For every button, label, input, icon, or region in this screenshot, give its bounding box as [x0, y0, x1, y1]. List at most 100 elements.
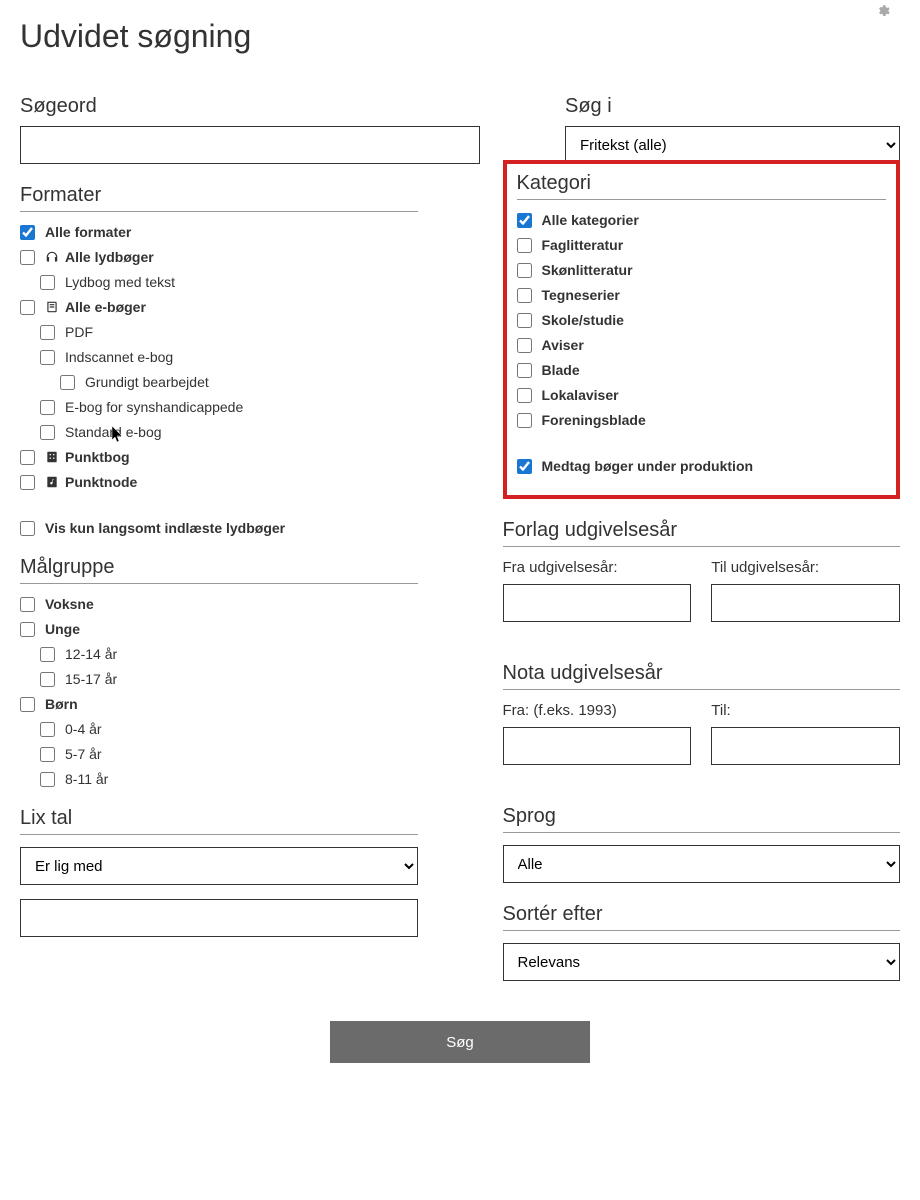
checkbox-label: Alle lydbøger	[65, 249, 154, 265]
checkbox-alle-eboger[interactable]	[20, 300, 35, 315]
checkbox-row-voksne[interactable]: Voksne	[20, 596, 418, 612]
checkbox-0-4[interactable]	[40, 722, 55, 737]
checkbox-standard-ebog[interactable]	[40, 425, 55, 440]
checkbox-row-skole[interactable]: Skole/studie	[517, 312, 887, 328]
checkbox-label: Punktbog	[65, 449, 130, 465]
checkbox-grundigt[interactable]	[60, 375, 75, 390]
checkbox-row-0-4[interactable]: 0-4 år	[40, 721, 418, 737]
checkbox-voksne[interactable]	[20, 597, 35, 612]
checkbox-label: Voksne	[45, 596, 94, 612]
checkbox-blade[interactable]	[517, 363, 532, 378]
checkbox-row-ebog-synshandicappede[interactable]: E-bog for synshandicappede	[40, 399, 418, 415]
checkbox-punktbog[interactable]	[20, 450, 35, 465]
checkbox-row-indscannet[interactable]: Indscannet e-bog	[40, 349, 418, 365]
checkbox-label: Foreningsblade	[542, 412, 646, 428]
checkbox-row-aviser[interactable]: Aviser	[517, 337, 887, 353]
checkbox-label: 15-17 år	[65, 671, 117, 687]
checkbox-label: Blade	[542, 362, 580, 378]
checkbox-row-skonlitteratur[interactable]: Skønlitteratur	[517, 262, 887, 278]
checkbox-alle-formater[interactable]	[20, 225, 35, 240]
checkbox-row-alle-kategorier[interactable]: Alle kategorier	[517, 212, 887, 228]
checkbox-row-vis-kun[interactable]: Vis kun langsomt indlæste lydbøger	[20, 520, 418, 536]
checkbox-row-8-11[interactable]: 8-11 år	[40, 771, 418, 787]
checkbox-tegneserier[interactable]	[517, 288, 532, 303]
search-submit-button[interactable]: Søg	[330, 1021, 590, 1063]
checkbox-row-alle-eboger[interactable]: Alle e-bøger	[20, 299, 418, 315]
lix-value-input[interactable]	[20, 899, 418, 937]
checkbox-row-grundigt[interactable]: Grundigt bearbejdet	[60, 374, 418, 390]
sort-heading: Sortér efter	[503, 903, 901, 931]
checkbox-row-punktnode[interactable]: Punktnode	[20, 474, 418, 490]
nota-fra-input[interactable]	[503, 727, 692, 765]
lix-operator-select[interactable]: Er lig med	[20, 847, 418, 885]
checkbox-medtag[interactable]	[517, 459, 532, 474]
forlag-til-input[interactable]	[711, 584, 900, 622]
lix-heading: Lix tal	[20, 807, 418, 835]
checkbox-label: 8-11 år	[65, 771, 108, 787]
checkbox-indscannet[interactable]	[40, 350, 55, 365]
checkbox-lydbog-tekst[interactable]	[40, 275, 55, 290]
checkbox-row-born[interactable]: Børn	[20, 696, 418, 712]
checkbox-row-alle-lydboger[interactable]: Alle lydbøger	[20, 249, 418, 265]
checkbox-row-faglitteratur[interactable]: Faglitteratur	[517, 237, 887, 253]
search-word-input[interactable]	[20, 126, 480, 164]
checkbox-label: 12-14 år	[65, 646, 117, 662]
checkbox-skole[interactable]	[517, 313, 532, 328]
checkbox-row-15-17[interactable]: 15-17 år	[40, 671, 418, 687]
checkbox-row-pdf[interactable]: PDF	[40, 324, 418, 340]
checkbox-row-punktbog[interactable]: Punktbog	[20, 449, 418, 465]
checkbox-row-12-14[interactable]: 12-14 år	[40, 646, 418, 662]
checkbox-label: Standard e-bog	[65, 424, 162, 440]
forlag-til-label: Til udgivelsesår:	[711, 559, 900, 576]
checkbox-skonlitteratur[interactable]	[517, 263, 532, 278]
gear-icon[interactable]	[876, 4, 890, 23]
sprog-select[interactable]: Alle	[503, 845, 901, 883]
checkbox-label: E-bog for synshandicappede	[65, 399, 243, 415]
checkbox-alle-kategorier[interactable]	[517, 213, 532, 228]
checkbox-row-standard-ebog[interactable]: Standard e-bog	[40, 424, 418, 440]
nota-til-input[interactable]	[711, 727, 900, 765]
checkbox-row-medtag[interactable]: Medtag bøger under produktion	[517, 458, 887, 474]
checkbox-aviser[interactable]	[517, 338, 532, 353]
checkbox-label: Unge	[45, 621, 80, 637]
checkbox-pdf[interactable]	[40, 325, 55, 340]
nota-til-label: Til:	[711, 702, 900, 719]
headphones-icon	[45, 250, 59, 264]
checkbox-label: Faglitteratur	[542, 237, 624, 253]
checkbox-label: 5-7 år	[65, 746, 102, 762]
forlag-fra-input[interactable]	[503, 584, 692, 622]
checkbox-row-lydbog-tekst[interactable]: Lydbog med tekst	[40, 274, 418, 290]
checkbox-label: Alle e-bøger	[65, 299, 146, 315]
checkbox-label: Lokalaviser	[542, 387, 619, 403]
checkbox-faglitteratur[interactable]	[517, 238, 532, 253]
checkbox-ebog-synshandicappede[interactable]	[40, 400, 55, 415]
checkbox-unge[interactable]	[20, 622, 35, 637]
checkbox-row-blade[interactable]: Blade	[517, 362, 887, 378]
checkbox-15-17[interactable]	[40, 672, 55, 687]
checkbox-row-tegneserier[interactable]: Tegneserier	[517, 287, 887, 303]
checkbox-label: Tegneserier	[542, 287, 620, 303]
checkbox-foreningsblade[interactable]	[517, 413, 532, 428]
sort-select[interactable]: Relevans	[503, 943, 901, 981]
checkbox-label: Alle kategorier	[542, 212, 639, 228]
checkbox-row-5-7[interactable]: 5-7 år	[40, 746, 418, 762]
nota-fra-label: Fra: (f.eks. 1993)	[503, 702, 692, 719]
checkbox-born[interactable]	[20, 697, 35, 712]
checkbox-punktnode[interactable]	[20, 475, 35, 490]
checkbox-row-alle-formater[interactable]: Alle formater	[20, 224, 418, 240]
forlag-fra-label: Fra udgivelsesår:	[503, 559, 692, 576]
checkbox-lokalaviser[interactable]	[517, 388, 532, 403]
checkbox-5-7[interactable]	[40, 747, 55, 762]
checkbox-8-11[interactable]	[40, 772, 55, 787]
search-in-label: Søg i	[565, 95, 900, 118]
checkbox-label: Aviser	[542, 337, 584, 353]
search-in-select[interactable]: Fritekst (alle)	[565, 126, 900, 164]
note-icon	[45, 475, 59, 489]
sprog-heading: Sprog	[503, 805, 901, 833]
checkbox-alle-lydboger[interactable]	[20, 250, 35, 265]
checkbox-12-14[interactable]	[40, 647, 55, 662]
checkbox-row-foreningsblade[interactable]: Foreningsblade	[517, 412, 887, 428]
checkbox-vis-kun[interactable]	[20, 521, 35, 536]
checkbox-row-unge[interactable]: Unge	[20, 621, 418, 637]
checkbox-row-lokalaviser[interactable]: Lokalaviser	[517, 387, 887, 403]
